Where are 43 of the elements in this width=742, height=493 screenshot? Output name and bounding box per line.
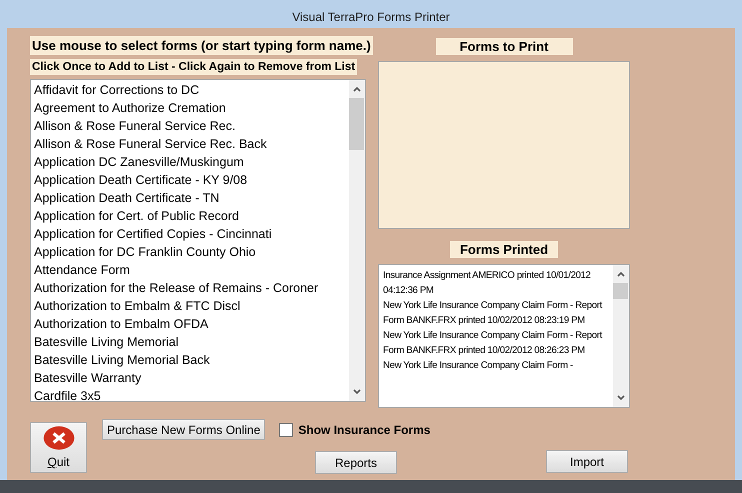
- close-icon: [40, 424, 76, 452]
- printed-entry: New York Life Insurance Company Claim Form -: [383, 359, 574, 373]
- form-list-item[interactable]: Batesville Warranty: [31, 369, 349, 387]
- import-button[interactable]: Import: [546, 450, 628, 473]
- form-list-item[interactable]: Batesville Living Memorial: [31, 333, 349, 351]
- form-list-item[interactable]: Application for Certified Copies - Cincinnati: [31, 225, 349, 243]
- form-list-item[interactable]: Application Death Certificate - KY 9/08: [31, 171, 349, 189]
- form-list-item[interactable]: Application for DC Franklin County Ohio: [31, 243, 349, 261]
- scroll-down-icon[interactable]: [352, 388, 362, 396]
- scroll-thumb[interactable]: [349, 98, 364, 150]
- show-insurance-label: Show Insurance Forms: [298, 422, 430, 436]
- form-list-item[interactable]: Batesville Living Memorial Back: [31, 351, 349, 369]
- scroll-down-icon[interactable]: [616, 394, 626, 402]
- scroll-up-icon[interactable]: [352, 85, 362, 93]
- purchase-forms-button[interactable]: Purchase New Forms Online: [102, 419, 266, 440]
- reports-button[interactable]: Reports: [315, 451, 397, 474]
- form-list-item[interactable]: Agreement to Authorize Cremation: [31, 99, 349, 117]
- form-list-item[interactable]: Authorization for the Release of Remains - Coroner: [31, 279, 349, 297]
- quit-button[interactable]: Quit: [30, 422, 87, 473]
- scrollbar[interactable]: [349, 80, 365, 401]
- scroll-up-icon[interactable]: [616, 270, 626, 278]
- form-list-item[interactable]: Allison & Rose Funeral Service Rec. Back: [31, 135, 349, 153]
- form-list-item[interactable]: Application for Cert. of Public Record: [31, 207, 349, 225]
- form-list-item[interactable]: Affidavit for Corrections to DC: [31, 81, 349, 99]
- instruction-hint: Click Once to Add to List - Click Again to Remove from List: [30, 59, 358, 75]
- form-list-item[interactable]: Application Death Certificate - TN: [31, 189, 349, 207]
- form-list-item[interactable]: Allison & Rose Funeral Service Rec.: [31, 117, 349, 135]
- forms-to-print-heading: Forms to Print: [436, 38, 572, 55]
- checkbox[interactable]: [279, 422, 294, 436]
- forms-list[interactable]: [30, 79, 366, 402]
- form-list-item[interactable]: Attendance Form: [31, 261, 349, 279]
- scroll-thumb[interactable]: [613, 283, 628, 299]
- form-list-item[interactable]: Cardfile 3x5: [31, 387, 349, 401]
- window-title: Visual TerraPro Forms Printer: [292, 10, 450, 24]
- printed-entry: New York Life Insurance Company Claim Form - Report Form BANKF.FRX printed 10/02/2012 08:26:23 PM: [383, 329, 604, 358]
- forms-printed-heading: Forms Printed: [450, 241, 558, 258]
- printed-entry: New York Life Insurance Company Claim Form - Report Form BANKF.FRX printed 10/02/2012 08:23:19 PM: [383, 299, 604, 328]
- form-list-item[interactable]: Application DC Zanesville/Muskingum: [31, 153, 349, 171]
- printed-entry: Insurance Assignment AMERICO printed 10/01/2012 04:12:36 PM: [383, 269, 592, 298]
- scrollbar[interactable]: [613, 265, 629, 407]
- form-list-item[interactable]: Authorization to Embalm OFDA: [31, 315, 349, 333]
- form-list-item[interactable]: Authorization to Embalm & FTC Discl: [31, 297, 349, 315]
- instruction-label: Use mouse to select forms (or start typing form name.): [30, 36, 373, 55]
